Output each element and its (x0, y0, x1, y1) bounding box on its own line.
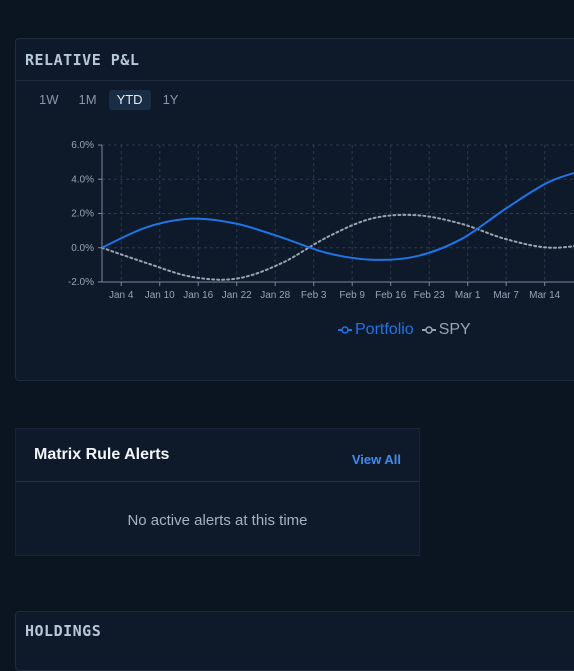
legend-marker-portfolio (338, 326, 352, 334)
x-tick-label: Mar 7 (493, 290, 519, 301)
pnl-line-chart: -2.0% 0.0% 2.0% 4.0% 6.0% Jan 4 Jan 10 Jan 16 Ja… (68, 140, 574, 301)
matrix-rule-alerts-panel: Matrix Rule Alerts View All No active al… (15, 428, 420, 556)
relative-pnl-panel: RELATIVE P&L 1W 1M YTD 1Y -2.0% 0.0% 2.0% 4… (15, 38, 574, 381)
x-tick-label: Jan 22 (222, 290, 252, 301)
x-tick-label: Feb 3 (301, 290, 327, 301)
y-tick-label: 2.0% (71, 209, 94, 220)
x-tick-label: Mar 14 (529, 290, 561, 301)
y-tick-label: -2.0% (68, 277, 94, 288)
relative-pnl-header: RELATIVE P&L (16, 39, 574, 81)
y-tick-label: 4.0% (71, 174, 94, 185)
x-tick-label: Feb 9 (339, 290, 365, 301)
alerts-title: Matrix Rule Alerts (34, 446, 170, 463)
x-tick-label: Jan 16 (183, 290, 213, 301)
x-tick-label: Jan 28 (260, 290, 290, 301)
chart-legend: Portfolio SPY (338, 321, 479, 339)
x-tick-label: Jan 4 (109, 290, 134, 301)
alerts-empty-message: No active alerts at this time (127, 512, 308, 529)
x-tick-label: Feb 23 (414, 290, 446, 301)
legend-item-portfolio[interactable]: Portfolio (338, 321, 414, 339)
view-all-link[interactable]: View All (352, 452, 401, 467)
alerts-header: Matrix Rule Alerts View All (16, 429, 419, 482)
y-tick-label: 0.0% (71, 243, 94, 254)
legend-marker-spy (421, 326, 436, 334)
x-tick-label: Jan 10 (145, 290, 175, 301)
legend-item-spy[interactable]: SPY (421, 321, 471, 339)
holdings-panel: HOLDINGS (15, 611, 574, 671)
y-tick-label: 6.0% (71, 140, 94, 151)
range-1w-button[interactable]: 1W (31, 90, 67, 110)
x-tick-label: Mar 1 (455, 290, 481, 301)
time-range-selector: 1W 1M YTD 1Y (31, 90, 186, 110)
range-1m-button[interactable]: 1M (71, 90, 105, 110)
relative-pnl-title: RELATIVE P&L (25, 50, 140, 69)
legend-label-spy: SPY (438, 321, 471, 338)
holdings-title: HOLDINGS (25, 622, 102, 640)
range-1y-button[interactable]: 1Y (155, 90, 187, 110)
x-tick-label: Feb 16 (375, 290, 407, 301)
legend-label-portfolio: Portfolio (355, 321, 414, 338)
range-ytd-button[interactable]: YTD (108, 90, 151, 110)
